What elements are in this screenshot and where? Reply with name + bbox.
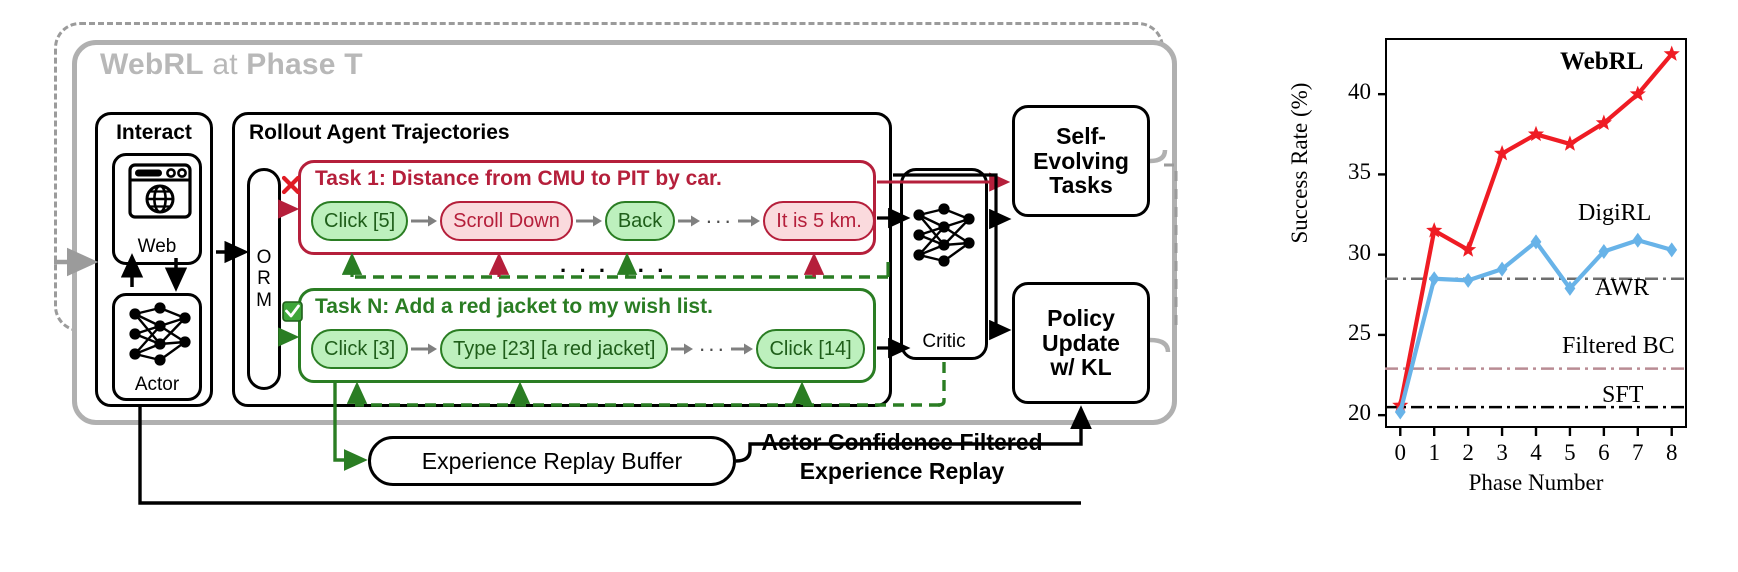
page-title-phase: Phase T xyxy=(246,48,363,81)
actor-label: Actor xyxy=(134,374,180,395)
task-1-step-0[interactable]: Click [5] xyxy=(311,201,409,241)
policy-update-line-2: w/ KL xyxy=(1050,354,1112,381)
task-n-card: Task N: Add a red jacket to my wish list… xyxy=(298,288,876,383)
policy-update-line-0: Policy xyxy=(1047,304,1115,331)
task-n-heading: Task N: Add a red jacket to my wish list… xyxy=(315,295,713,318)
baseline-label-awr: AWR xyxy=(1595,275,1650,301)
self-evolving-line-0: Self- xyxy=(1056,122,1106,149)
experience-replay-buffer-label: Experience Replay Buffer xyxy=(421,447,683,474)
task-1-card: Task 1: Distance from CMU to PIT by car.… xyxy=(298,160,876,255)
orm-letter-o: O xyxy=(256,247,272,269)
task-1-step-2[interactable]: Back xyxy=(604,201,676,241)
web-environment-box: Web xyxy=(112,153,202,265)
orm-module: O R M xyxy=(247,168,281,390)
task-1-steps: Click [5] Scroll Down Back ··· It is 5 k… xyxy=(311,199,875,243)
baseline-label-filtered-bc: Filtered BC xyxy=(1562,333,1675,359)
interact-module: Interact Web Actor xyxy=(95,112,213,407)
task-n-step-2[interactable]: Click [14] xyxy=(756,329,865,369)
step-arrow-icon xyxy=(668,342,696,356)
orm-letter-m: M xyxy=(256,289,272,311)
self-evolving-tasks-label: Self- Evolving Tasks xyxy=(1015,108,1147,214)
web-label: Web xyxy=(137,236,177,257)
series-label-digirl: DigiRL xyxy=(1578,200,1652,226)
figure-root: WebRL at Phase T Interact Web Actor Roll… xyxy=(0,0,1738,572)
task-1-heading: Task 1: Distance from CMU to PIT by car. xyxy=(315,167,722,190)
policy-update-label: Policy Update w/ KL xyxy=(1015,285,1147,401)
orm-letter-r: R xyxy=(257,268,271,290)
actor-confidence-line-2: Experience Replay xyxy=(799,457,1005,484)
policy-update-box: Policy Update w/ KL xyxy=(1012,282,1150,404)
step-arrow-icon xyxy=(573,214,605,228)
actor-confidence-annotation: Actor Confidence Filtered Experience Rep… xyxy=(752,428,1052,486)
critic-label: Critic xyxy=(922,331,966,352)
marker-digirl xyxy=(1666,242,1678,258)
self-evolving-line-1: Evolving xyxy=(1033,147,1129,174)
steps-ellipsis-icon: ··· xyxy=(705,208,734,233)
marker-webrl xyxy=(1460,241,1477,257)
tasks-vertical-ellipsis: · · · · · · xyxy=(560,258,668,283)
experience-replay-buffer-box: Experience Replay Buffer xyxy=(368,436,736,486)
step-arrow-icon xyxy=(408,214,440,228)
critic-module: Critic xyxy=(900,168,988,360)
task-n-step-0[interactable]: Click [3] xyxy=(311,329,409,369)
task-n-step-1[interactable]: Type [23] [a red jacket] xyxy=(440,329,669,369)
results-line-chart: Success Rate (%) Phase Number 20 25 30 3… xyxy=(1190,0,1738,572)
webrl-pipeline-diagram: WebRL at Phase T Interact Web Actor Roll… xyxy=(0,0,1190,572)
step-arrow-icon xyxy=(728,342,756,356)
task-1-step-3[interactable]: It is 5 km. xyxy=(763,201,875,241)
actor-confidence-line-1: Actor Confidence Filtered xyxy=(761,429,1043,455)
page-title-webrl: WebRL xyxy=(100,48,204,81)
policy-update-line-1: Update xyxy=(1042,329,1120,356)
task-n-steps: Click [3] Type [23] [a red jacket] ··· C… xyxy=(311,327,865,371)
series-label-webrl: WebRL xyxy=(1560,48,1644,75)
chart-canvas xyxy=(1378,45,1687,436)
page-title-at: at xyxy=(203,48,247,81)
marker-webrl xyxy=(1561,135,1579,151)
rollout-header: Rollout Agent Trajectories xyxy=(249,121,510,144)
marker-digirl xyxy=(1632,232,1644,248)
actor-box: Actor xyxy=(112,293,202,401)
step-arrow-icon xyxy=(735,214,763,228)
step-arrow-icon xyxy=(675,214,703,228)
baseline-label-sft: SFT xyxy=(1602,382,1644,408)
task-1-step-1[interactable]: Scroll Down xyxy=(440,201,573,241)
interact-header: Interact xyxy=(116,121,192,144)
self-evolving-line-2: Tasks xyxy=(1049,172,1113,199)
marker-digirl xyxy=(1428,271,1440,287)
page-title: WebRL at Phase T xyxy=(100,48,363,82)
self-evolving-tasks-box: Self- Evolving Tasks xyxy=(1012,105,1150,217)
step-arrow-icon xyxy=(408,342,440,356)
steps-ellipsis-icon: ··· xyxy=(698,336,727,361)
marker-digirl xyxy=(1462,272,1474,288)
